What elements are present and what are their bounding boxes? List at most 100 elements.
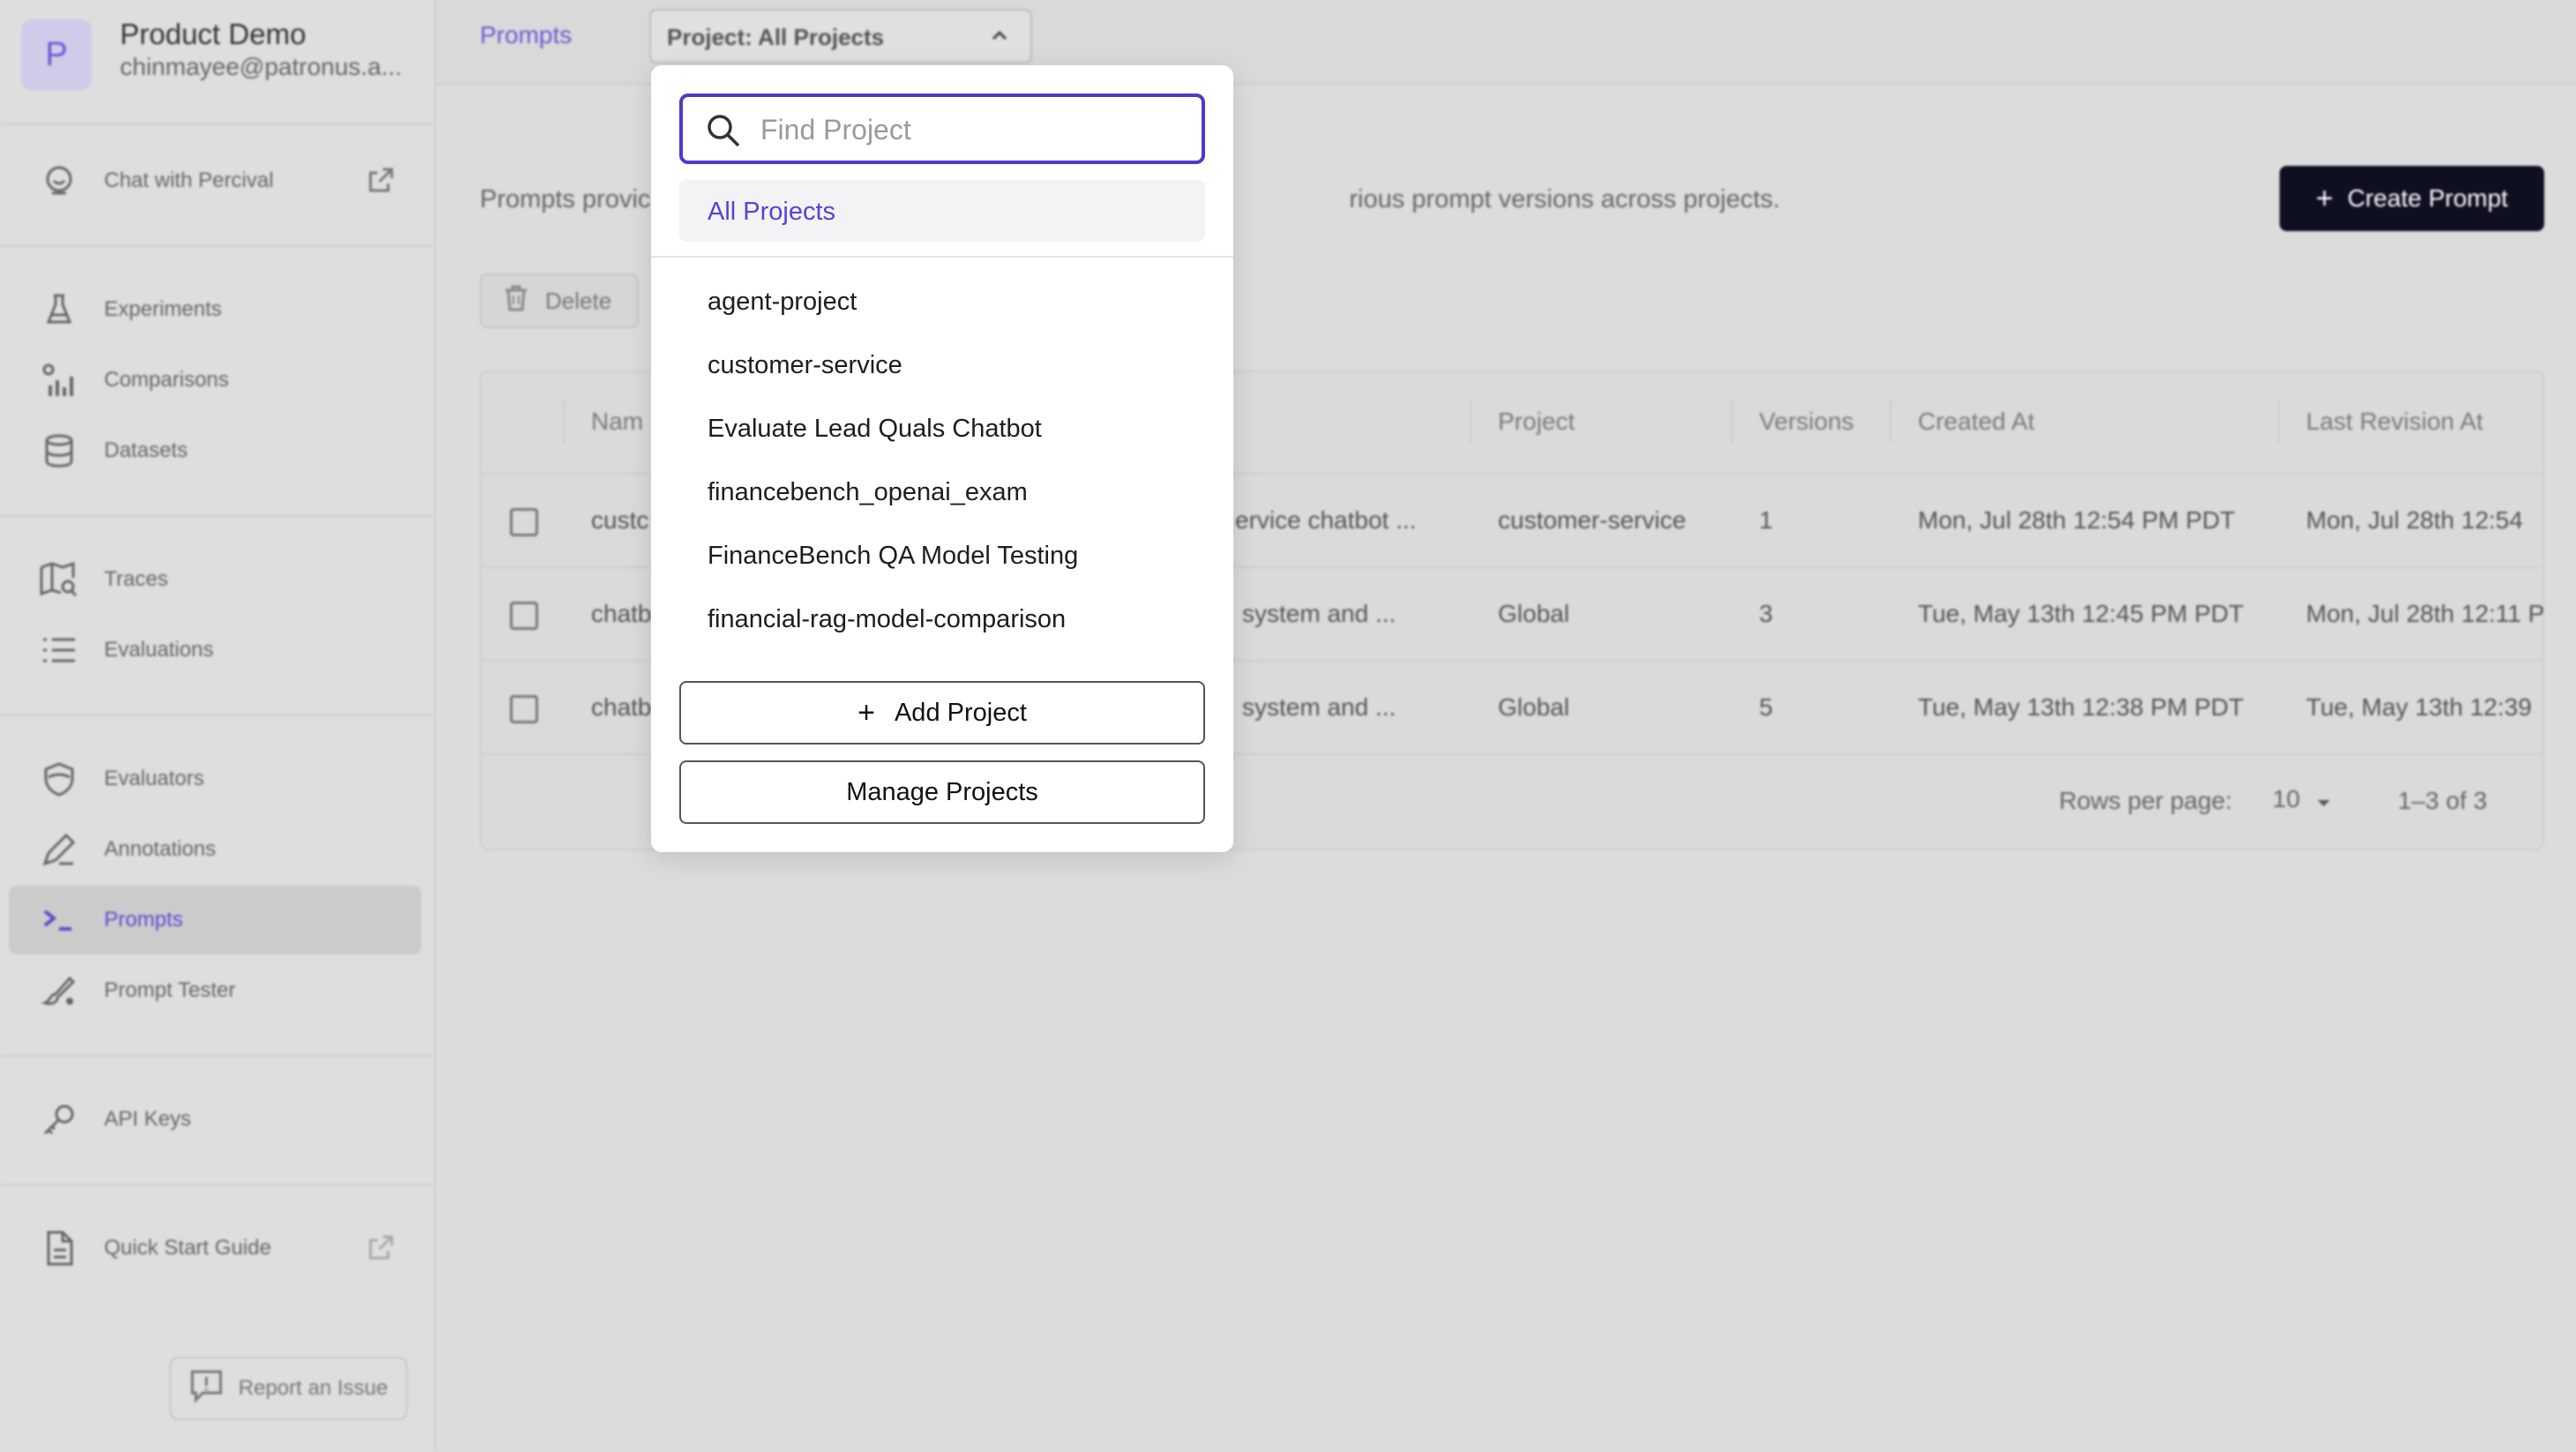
sidebar-item-annotations[interactable]: Annotations — [9, 815, 422, 884]
sidebar-item-datasets[interactable]: Datasets — [9, 416, 422, 485]
rows-per-page-select[interactable]: 10 — [2273, 785, 2332, 813]
dropdown-item-label: All Projects — [708, 198, 836, 226]
pen-icon — [39, 829, 79, 870]
column-separator — [1731, 399, 1733, 443]
report-issue-button[interactable]: Report an Issue — [169, 1357, 408, 1420]
sidebar-item-label: Comparisons — [104, 368, 229, 392]
sidebar-item-comparisons[interactable]: Comparisons — [9, 346, 422, 415]
sidebar-item-prompt-tester[interactable]: Prompt Tester — [9, 956, 422, 1025]
external-link-icon — [367, 166, 395, 194]
sidebar-divider — [0, 515, 436, 517]
sidebar-item-traces[interactable]: Traces — [9, 545, 422, 614]
cell-name: custc — [591, 506, 649, 534]
cell-last-revision-at: Mon, Jul 28th 12:11 P — [2306, 600, 2545, 627]
find-project-field[interactable] — [679, 94, 1205, 164]
chat-bubble-icon — [39, 161, 79, 201]
sidebar-item-label: API Keys — [104, 1107, 191, 1131]
key-icon — [39, 1099, 79, 1140]
add-project-label: Add Project — [894, 698, 1027, 727]
page-description-right: rious prompt versions across projects. — [1349, 185, 1780, 213]
project-selector-label: Project: All Projects — [667, 24, 885, 50]
column-header-versions[interactable]: Versions — [1759, 408, 1853, 436]
column-separator — [1890, 399, 1891, 443]
plus-icon: + — [857, 695, 875, 730]
cell-description: ervice chatbot ... — [1235, 506, 1417, 534]
cell-created-at: Tue, May 13th 12:45 PM PDT — [1918, 600, 2244, 627]
add-project-button[interactable]: + Add Project — [679, 681, 1205, 745]
alert-message-icon — [189, 1368, 224, 1410]
create-prompt-button[interactable]: + Create Prompt — [2280, 166, 2544, 231]
dropdown-divider — [651, 256, 1233, 258]
row-checkbox[interactable] — [510, 508, 538, 536]
pagination-range: 1–3 of 3 — [2398, 787, 2488, 814]
column-header-project[interactable]: Project — [1498, 408, 1575, 436]
document-icon — [39, 1228, 79, 1269]
sidebar-item-quick-start-guide[interactable]: Quick Start Guide — [9, 1214, 422, 1283]
project-selector[interactable]: Project: All Projects — [649, 9, 1032, 64]
caret-down-icon — [2317, 800, 2330, 806]
dropdown-item-project[interactable]: customer-service — [708, 351, 902, 380]
chevron-up-icon — [992, 30, 1007, 41]
sidebar-item-label: Prompt Tester — [104, 978, 236, 1002]
sidebar: P Product Demo chinmayee@patronus.a... C… — [0, 0, 436, 1452]
sidebar-item-label: Evaluations — [104, 638, 214, 662]
brush-gear-icon — [39, 970, 79, 1011]
dropdown-item-project[interactable]: Evaluate Lead Quals Chatbot — [708, 415, 1042, 444]
external-link-icon — [367, 1233, 395, 1261]
sidebar-divider — [0, 1055, 436, 1057]
search-icon — [708, 115, 740, 147]
workspace-email: chinmayee@patronus.a... — [120, 53, 402, 80]
sidebar-item-api-keys[interactable]: API Keys — [9, 1085, 422, 1154]
delete-button[interactable]: Delete — [480, 273, 639, 328]
cell-last-revision-at: Tue, May 13th 12:39 — [2306, 693, 2532, 721]
dropdown-item-all-projects[interactable]: All Projects — [679, 180, 1205, 242]
sidebar-divider — [0, 245, 436, 247]
delete-label: Delete — [545, 287, 612, 314]
column-header-name[interactable]: Nam — [591, 408, 643, 436]
dropdown-item-project[interactable]: financebench_openai_exam — [708, 478, 1028, 507]
terminal-prompt-icon — [39, 900, 79, 940]
sidebar-item-prompts[interactable]: Prompts — [9, 886, 422, 954]
sidebar-item-evaluators[interactable]: Evaluators — [9, 745, 422, 813]
sidebar-divider — [0, 123, 436, 125]
sidebar-divider — [0, 715, 436, 716]
cell-description: system and ... — [1242, 693, 1397, 721]
workspace-avatar[interactable]: P — [21, 19, 92, 90]
sidebar-item-label: Annotations — [104, 837, 216, 861]
bar-compare-icon — [39, 360, 79, 400]
cell-project: Global — [1498, 693, 1569, 721]
row-checkbox[interactable] — [510, 695, 538, 723]
breadcrumb-prompts[interactable]: Prompts — [480, 21, 572, 49]
report-issue-label: Report an Issue — [238, 1376, 388, 1400]
sidebar-item-chat-with-percival[interactable]: Chat with Percival — [9, 146, 422, 215]
plus-icon: + — [2316, 181, 2333, 215]
sidebar-divider — [0, 1184, 436, 1186]
sidebar-item-label: Experiments — [104, 297, 222, 321]
sidebar-item-evaluations[interactable]: Evaluations — [9, 616, 422, 685]
cell-created-at: Tue, May 13th 12:38 PM PDT — [1918, 693, 2244, 721]
database-icon — [39, 430, 79, 471]
cell-created-at: Mon, Jul 28th 12:54 PM PDT — [1918, 506, 2235, 534]
app-backdrop: P Product Demo chinmayee@patronus.a... C… — [0, 0, 2576, 1452]
dropdown-item-project[interactable]: financial-rag-model-comparison — [708, 605, 1066, 634]
sidebar-item-experiments[interactable]: Experiments — [9, 275, 422, 344]
manage-projects-button[interactable]: Manage Projects — [679, 760, 1205, 824]
find-project-input[interactable] — [759, 106, 1186, 153]
rows-per-page-value: 10 — [2273, 785, 2301, 812]
sidebar-item-label: Datasets — [104, 438, 188, 462]
cell-versions: 5 — [1759, 693, 1773, 721]
flask-icon — [39, 289, 79, 330]
row-checkbox[interactable] — [510, 602, 538, 630]
workspace-name[interactable]: Product Demo — [120, 18, 306, 51]
sidebar-item-label: Evaluators — [104, 767, 205, 790]
column-header-last-revision-at[interactable]: Last Revision At — [2306, 408, 2483, 436]
dropdown-item-project[interactable]: agent-project — [708, 288, 857, 317]
manage-projects-label: Manage Projects — [846, 777, 1038, 806]
sidebar-item-label: Quick Start Guide — [104, 1236, 272, 1260]
column-separator — [1470, 399, 1471, 443]
column-header-created-at[interactable]: Created At — [1918, 408, 2034, 436]
create-prompt-label: Create Prompt — [2347, 184, 2508, 212]
sidebar-item-label: Traces — [104, 567, 168, 591]
dropdown-item-project[interactable]: FinanceBench QA Model Testing — [708, 542, 1078, 571]
trash-icon — [503, 284, 529, 318]
